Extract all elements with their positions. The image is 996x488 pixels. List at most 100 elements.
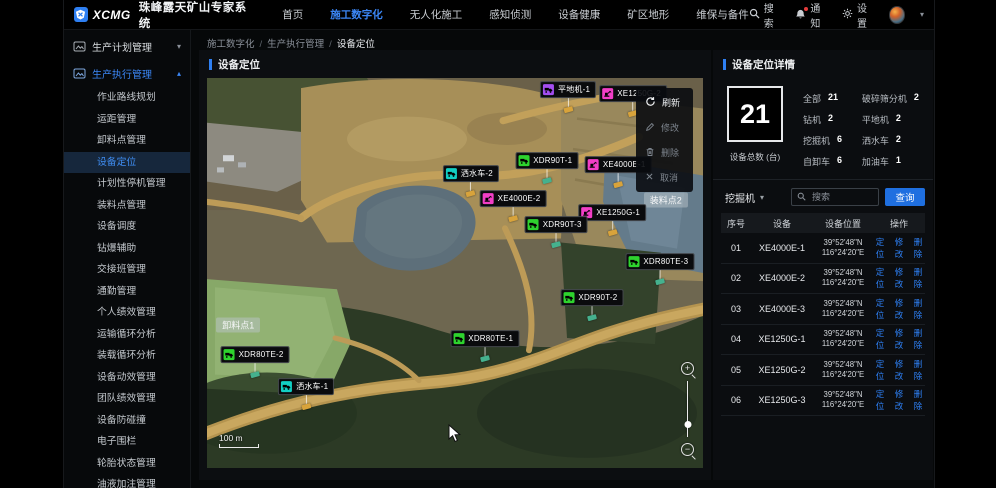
- sidebar-group-1[interactable]: 生产执行管理▴: [64, 60, 190, 87]
- action-定位[interactable]: 定位: [873, 266, 887, 290]
- action-定位[interactable]: 定位: [873, 236, 887, 260]
- breadcrumb-item-1[interactable]: 生产执行管理: [267, 39, 324, 50]
- action-定位[interactable]: 定位: [873, 297, 887, 321]
- equipment-marker[interactable]: 洒水车-1: [278, 378, 334, 409]
- action-修改[interactable]: 修改: [892, 236, 906, 260]
- notifications-button[interactable]: 通知: [795, 0, 827, 30]
- sidebar-item-6[interactable]: 设备调度: [64, 216, 190, 238]
- zoom-out-button[interactable]: −: [681, 443, 694, 456]
- sidebar-item-10[interactable]: 个人绩效管理: [64, 302, 190, 324]
- breadcrumb-item-0[interactable]: 施工数字化: [207, 39, 255, 50]
- sidebar-item-8[interactable]: 交接班管理: [64, 259, 190, 281]
- sidebar-item-12[interactable]: 装载循环分析: [64, 345, 190, 367]
- nav-item-4[interactable]: 设备健康: [558, 7, 600, 22]
- nav-item-1[interactable]: 施工数字化: [330, 7, 383, 22]
- marker-text: XE4000E-2: [498, 194, 541, 203]
- equipment-marker[interactable]: XDR80TE-3: [625, 253, 694, 284]
- nav-item-3[interactable]: 感知侦测: [489, 7, 531, 22]
- search-button[interactable]: 搜索: [749, 0, 781, 30]
- action-删除[interactable]: 删除: [911, 388, 925, 412]
- nav-item-5[interactable]: 矿区地形: [627, 7, 669, 22]
- action-修改[interactable]: 修改: [892, 358, 906, 382]
- sidebar-item-4[interactable]: 计划性停机管理: [64, 173, 190, 195]
- action-定位[interactable]: 定位: [873, 388, 887, 412]
- sidebar-item-14[interactable]: 团队绩效管理: [64, 388, 190, 410]
- action-修改[interactable]: 修改: [892, 266, 906, 290]
- query-button[interactable]: 查询: [885, 188, 925, 206]
- longitude: 116°24'20"E: [813, 278, 873, 288]
- sidebar-item-17[interactable]: 轮胎状态管理: [64, 453, 190, 475]
- sidebar-item-13[interactable]: 设备动效管理: [64, 367, 190, 389]
- refresh-icon: [645, 96, 656, 109]
- equipment-marker[interactable]: XDR80TE-2: [221, 346, 290, 377]
- sidebar-item-5[interactable]: 装料点管理: [64, 195, 190, 217]
- equipment-type-dropdown[interactable]: 挖掘机 ▾: [725, 190, 764, 205]
- stat-value: 2: [828, 113, 833, 126]
- breadcrumb-item-2: 设备定位: [337, 39, 375, 50]
- zoom-slider[interactable]: [687, 381, 689, 437]
- zoom-in-button[interactable]: +: [681, 362, 694, 375]
- stat-label: 挖掘机: [803, 134, 830, 147]
- equipment-marker[interactable]: XDR90T-3: [525, 217, 588, 248]
- edit-tool-button[interactable]: 修改: [636, 115, 693, 140]
- edit-icon: [645, 122, 655, 134]
- marker-leader-line: [513, 207, 514, 216]
- equipment-marker[interactable]: XDR80TE-1: [450, 330, 519, 361]
- zoom-slider-handle[interactable]: [684, 421, 691, 428]
- sidebar-group-0[interactable]: 生产计划管理▾: [64, 33, 190, 60]
- device-search-input[interactable]: [810, 191, 873, 203]
- sidebar-item-1[interactable]: 运距管理: [64, 109, 190, 131]
- sidebar-group-label: 生产执行管理: [92, 66, 152, 81]
- settings-button[interactable]: 设置: [842, 0, 874, 30]
- longitude: 116°24'20"E: [813, 339, 873, 349]
- sidebar-item-18[interactable]: 油液加注管理: [64, 474, 190, 488]
- sidebar-item-7[interactable]: 钻爆辅助: [64, 238, 190, 260]
- equipment-marker[interactable]: XDR90T-2: [560, 289, 623, 320]
- user-avatar[interactable]: [889, 6, 905, 24]
- nav-item-0[interactable]: 首页: [282, 7, 303, 22]
- sidebar-item-11[interactable]: 运输循环分析: [64, 324, 190, 346]
- action-删除[interactable]: 删除: [911, 266, 925, 290]
- sidebar-item-9[interactable]: 通勤管理: [64, 281, 190, 303]
- row-actions: 定位修改删除: [873, 358, 925, 382]
- latitude: 39°52'48"N: [813, 329, 873, 339]
- marker-label: XDR80TE-1: [450, 330, 519, 347]
- action-修改[interactable]: 修改: [892, 327, 906, 351]
- chevron-down-icon[interactable]: ▾: [920, 10, 924, 19]
- action-删除[interactable]: 删除: [911, 297, 925, 321]
- sidebar-item-2[interactable]: 卸料点管理: [64, 130, 190, 152]
- table-row: 04XE1250G-139°52'48"N116°24'20"E定位修改删除: [721, 325, 925, 356]
- action-删除[interactable]: 删除: [911, 327, 925, 351]
- marker-text: XDR90T-2: [578, 293, 617, 302]
- equipment-marker[interactable]: XE1250G-1: [578, 204, 646, 235]
- marker-leader-line: [470, 182, 471, 191]
- nav-item-2[interactable]: 无人化施工: [410, 7, 463, 22]
- marker-label: XDR80TE-3: [625, 253, 694, 270]
- vehicle-sprite: [480, 355, 490, 362]
- equipment-marker[interactable]: XDR90T-1: [515, 153, 578, 184]
- equipment-marker[interactable]: 平地机-1: [540, 81, 596, 112]
- nav-item-6[interactable]: 维保与备件: [696, 7, 749, 22]
- delete-tool-button[interactable]: 删除: [636, 140, 693, 165]
- action-修改[interactable]: 修改: [892, 297, 906, 321]
- action-定位[interactable]: 定位: [873, 327, 887, 351]
- sidebar-item-3[interactable]: 设备定位: [64, 152, 190, 174]
- sidebar-item-16[interactable]: 电子围栏: [64, 431, 190, 453]
- sidebar-item-15[interactable]: 设备防碰撞: [64, 410, 190, 432]
- action-删除[interactable]: 删除: [911, 236, 925, 260]
- total-count-label: 设备总数 (台): [730, 151, 781, 163]
- marker-text: XE1250G-1: [596, 208, 640, 217]
- sidebar-item-0[interactable]: 作业路线规划: [64, 87, 190, 109]
- satellite-map[interactable]: 装料点2卸料点1 平地机-1XE1250G-2XDR90T-1XE4000E-1…: [207, 78, 703, 468]
- table-row: 01XE4000E-139°52'48"N116°24'20"E定位修改删除: [721, 233, 925, 264]
- title-accent-bar: [209, 59, 212, 70]
- stat-item: 加油车1: [862, 155, 925, 168]
- refresh-tool-button[interactable]: 刷新: [636, 90, 693, 115]
- stat-label: 自卸车: [803, 155, 830, 168]
- action-修改[interactable]: 修改: [892, 388, 906, 412]
- menu-image-icon: [73, 68, 86, 79]
- row-position: 39°52'48"N116°24'20"E: [813, 390, 873, 410]
- action-定位[interactable]: 定位: [873, 358, 887, 382]
- cancel-tool-button[interactable]: 取消: [636, 165, 693, 190]
- action-删除[interactable]: 删除: [911, 358, 925, 382]
